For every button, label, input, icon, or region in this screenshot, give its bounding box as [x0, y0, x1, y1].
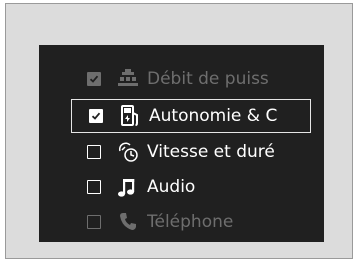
menu-item-audio[interactable]: Audio [69, 170, 314, 204]
menu-item-range-fuel[interactable]: Autonomie & C [71, 99, 311, 133]
menu-item-label: Autonomie & C [149, 106, 278, 126]
fuel-range-icon [117, 104, 143, 128]
menu-item-phone[interactable]: Téléphone [69, 205, 314, 239]
power-flow-icon [115, 67, 141, 91]
menu-item-label: Téléphone [147, 212, 234, 232]
music-note-icon [115, 175, 141, 199]
menu-item-power-flow[interactable]: Débit de puiss [69, 62, 314, 96]
speed-time-icon [115, 140, 141, 164]
display-screen: Débit de puiss Autonomie & C Vitesse et … [39, 45, 324, 242]
menu-item-label: Débit de puiss [147, 69, 269, 89]
menu-item-label: Vitesse et duré [147, 142, 275, 162]
checkbox-checked[interactable] [87, 72, 101, 86]
illustration-frame: Débit de puiss Autonomie & C Vitesse et … [5, 3, 353, 259]
checkbox-unchecked[interactable] [87, 145, 101, 159]
menu-item-label: Audio [147, 177, 196, 197]
checkbox-unchecked[interactable] [87, 215, 101, 229]
phone-icon [115, 210, 141, 234]
menu-item-speed-time[interactable]: Vitesse et duré [69, 135, 314, 169]
checkbox-checked[interactable] [89, 109, 103, 123]
checkbox-unchecked[interactable] [87, 180, 101, 194]
